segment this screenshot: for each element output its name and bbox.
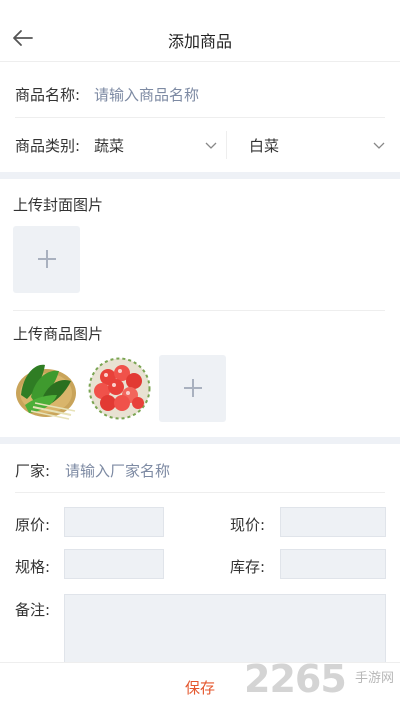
tomatoes-image[interactable] [86, 355, 153, 422]
stock-input[interactable] [280, 549, 386, 579]
footer-bar: 保存 2265 手游网 [0, 657, 400, 711]
category-secondary-select[interactable]: 白菜 [249, 135, 279, 156]
spinach-image[interactable] [13, 355, 80, 422]
remark-label: 备注: [15, 601, 51, 619]
divider [15, 117, 385, 118]
current-price-input[interactable] [280, 507, 386, 537]
column-divider [226, 131, 227, 159]
chevron-down-icon[interactable] [373, 142, 385, 150]
spec-label: 规格: [15, 558, 51, 576]
divider [13, 310, 385, 311]
add-goods-image-button[interactable] [159, 355, 226, 422]
watermark: 2265 手游网 [244, 657, 394, 705]
add-cover-image-button[interactable] [13, 226, 80, 293]
original-price-input[interactable] [64, 507, 164, 537]
watermark-number: 2265 [244, 657, 347, 701]
stock-label: 库存: [230, 558, 266, 576]
section-separator [0, 172, 400, 179]
category-primary-select[interactable]: 蔬菜 [94, 135, 124, 156]
current-price-label: 现价: [230, 516, 266, 534]
spec-input[interactable] [64, 549, 164, 579]
page-title: 添加商品 [167, 32, 232, 51]
section-separator [0, 437, 400, 444]
goods-category-label: 商品类别: [15, 137, 81, 155]
plus-icon [46, 250, 48, 268]
chevron-down-icon[interactable] [205, 142, 217, 150]
manufacturer-input[interactable]: 请输入厂家名称 [65, 460, 170, 481]
plus-icon [192, 379, 194, 397]
save-button[interactable]: 保存 [150, 677, 250, 698]
goods-images-label: 上传商品图片 [13, 325, 104, 343]
goods-name-input[interactable]: 请输入商品名称 [94, 84, 199, 105]
manufacturer-label: 厂家: [15, 462, 51, 480]
header-bar: 添加商品 [0, 0, 400, 62]
divider [15, 492, 385, 493]
cover-image-label: 上传封面图片 [13, 196, 104, 214]
remark-textarea[interactable] [64, 594, 386, 664]
watermark-site: 手游网 [354, 671, 394, 686]
goods-name-label: 商品名称: [15, 86, 81, 104]
original-price-label: 原价: [15, 516, 51, 534]
